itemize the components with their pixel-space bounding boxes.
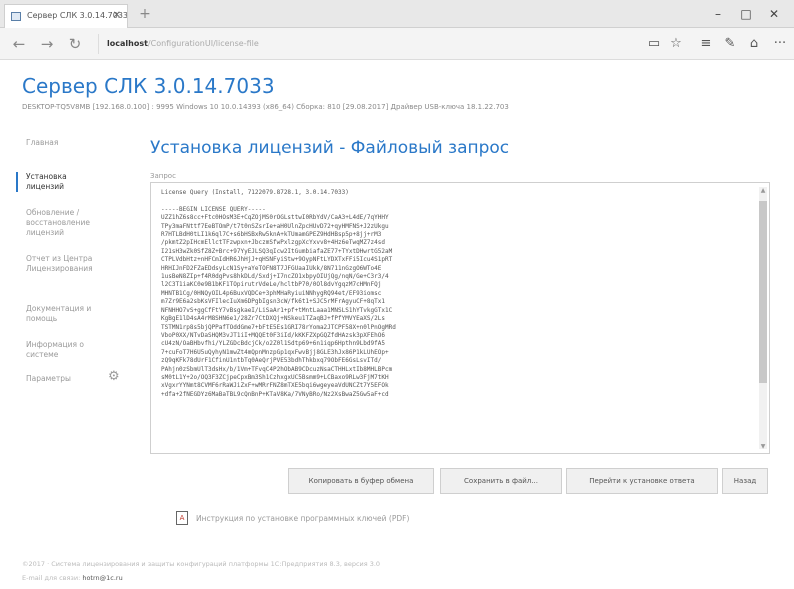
favorite-star-icon[interactable]: ☆ <box>666 34 686 54</box>
section-title: Установка лицензий - Файловый запрос <box>150 138 510 158</box>
close-tab-icon[interactable]: ✕ <box>113 10 121 21</box>
request-text[interactable]: License Query (Install, 7122079.8728.1, … <box>161 189 747 451</box>
share-icon[interactable]: ⌂ <box>744 34 764 54</box>
footer-copyright: ©2017 · Система лицензирования и защиты … <box>22 560 381 568</box>
sidebar-item-system-info[interactable]: Информация о системе <box>16 340 146 360</box>
browser-navbar: ← → ↻ localhost/ConfigurationUI/license-… <box>0 28 794 60</box>
gear-icon: ⚙ <box>108 369 120 384</box>
pdf-icon: A <box>176 511 188 525</box>
address-host: localhost <box>107 39 148 48</box>
sidebar-item-documentation[interactable]: Документация и помощь <box>16 304 146 324</box>
scrollbar-thumb[interactable] <box>759 201 767 383</box>
footer-email-label: E-mail для связи: <box>22 574 83 582</box>
reading-view-icon[interactable]: ▭ <box>644 34 664 54</box>
address-bar[interactable]: localhost/ConfigurationUI/license-file <box>98 34 638 54</box>
hub-icon[interactable]: ≡ <box>696 34 716 54</box>
web-notes-icon[interactable]: ✎ <box>720 34 740 54</box>
close-window-button[interactable]: ✕ <box>762 5 786 23</box>
instruction-pdf-link[interactable]: Инструкция по установке программных ключ… <box>196 514 409 523</box>
save-to-file-button[interactable]: Сохранить в файл... <box>440 468 562 494</box>
page-title: Сервер СЛК 3.0.14.7033 <box>22 74 275 98</box>
new-tab-button[interactable]: + <box>134 6 156 24</box>
request-label: Запрос <box>150 172 176 180</box>
scroll-up-arrow-icon[interactable]: ▲ <box>759 187 767 195</box>
address-path: /ConfigurationUI/license-file <box>147 39 259 48</box>
footer-email-link[interactable]: hotrn@1c.ru <box>82 574 122 582</box>
forward-arrow-icon[interactable]: → <box>36 34 58 54</box>
sidebar-item-settings[interactable]: Параметры ⚙ <box>16 369 146 384</box>
minimize-window-button[interactable]: – <box>706 5 730 23</box>
back-arrow-icon[interactable]: ← <box>8 34 30 54</box>
request-textarea[interactable]: License Query (Install, 7122079.8728.1, … <box>150 182 770 454</box>
sidebar-item-update-licenses[interactable]: Обновление / восстановление лицензий <box>16 208 146 238</box>
footer-contact: E-mail для связи: hotrn@1c.ru <box>22 574 123 582</box>
server-info: DESKTOP-TQ5V8MB [192.168.0.100] : 9995 W… <box>22 103 509 111</box>
sidebar-item-install-licenses[interactable]: Установка лицензий <box>16 172 146 192</box>
page-icon <box>11 12 21 21</box>
refresh-icon[interactable]: ↻ <box>64 34 86 54</box>
copy-to-clipboard-button[interactable]: Копировать в буфер обмена <box>288 468 434 494</box>
maximize-window-button[interactable]: □ <box>734 5 758 23</box>
more-icon[interactable]: ··· <box>770 34 790 54</box>
sidebar: Главная Установка лицензий Обновление / … <box>16 138 146 398</box>
sidebar-item-license-center-report[interactable]: Отчет из Центра Лицензирования <box>16 254 146 274</box>
scroll-down-arrow-icon[interactable]: ▼ <box>759 443 767 451</box>
go-to-install-response-button[interactable]: Перейти к установке ответа <box>566 468 718 494</box>
back-button[interactable]: Назад <box>722 468 768 494</box>
browser-tabbar: Сервер СЛК 3.0.14.7033 ✕ + – □ ✕ <box>0 0 794 28</box>
browser-tab[interactable]: Сервер СЛК 3.0.14.7033 ✕ <box>4 4 128 28</box>
sidebar-item-home[interactable]: Главная <box>16 138 146 148</box>
